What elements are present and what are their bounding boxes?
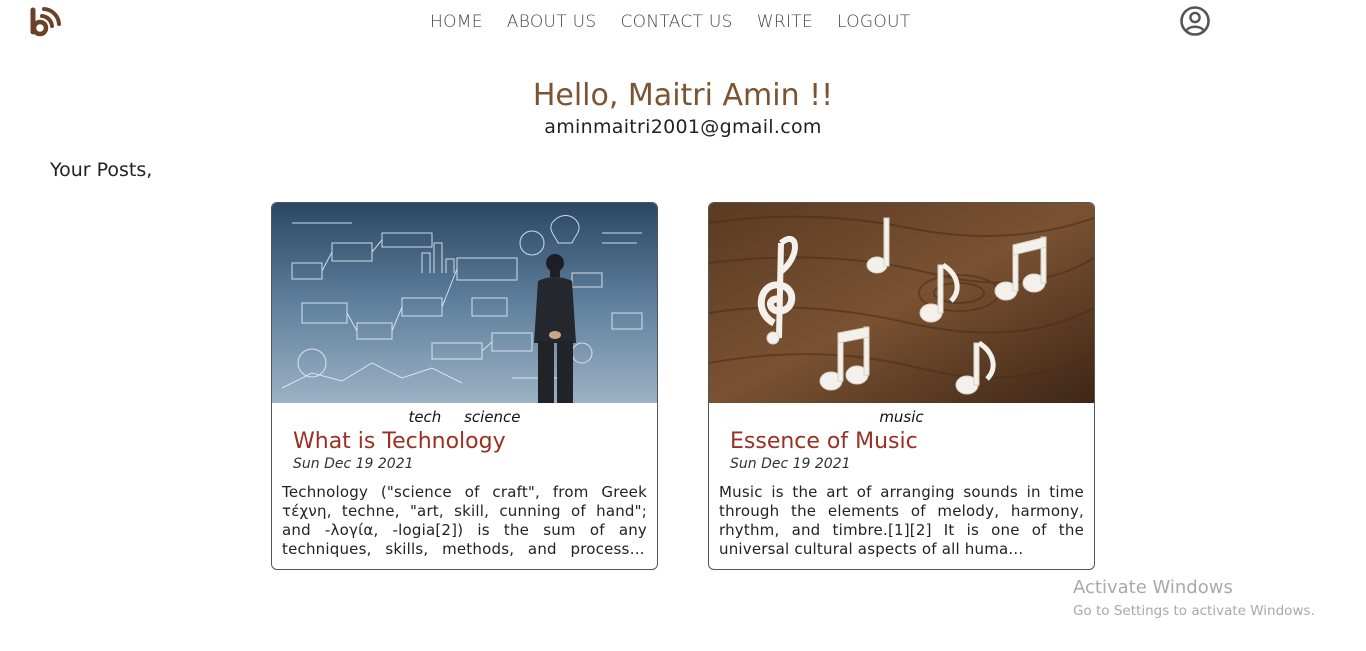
your-posts-heading: Your Posts, [50, 159, 153, 181]
nav-contact-us-link[interactable]: CONTACT US [621, 11, 733, 33]
activate-windows-title: Activate Windows [1073, 577, 1233, 598]
profile-greeting: Hello, Maitri Amin !! [532, 78, 834, 113]
post-date: Sun Dec 19 2021 [293, 456, 414, 472]
user-circle-icon[interactable] [1179, 5, 1211, 37]
technology-blueprint-man-photo[interactable] [272, 203, 657, 403]
post-title[interactable]: What is Technology [293, 427, 506, 457]
nav-about-us-link[interactable]: ABOUT US [507, 11, 597, 33]
post-excerpt: Technology ("science of craft", from Gre… [282, 483, 647, 558]
top-navigation-bar: HOME ABOUT US CONTACT US WRITE LOGOUT [0, 0, 1366, 44]
nav-write-link[interactable]: WRITE [757, 11, 813, 33]
post-categories: tech science [272, 407, 657, 427]
activate-windows-subtitle: Go to Settings to activate Windows. [1073, 603, 1315, 619]
nav-home-link[interactable]: HOME [430, 11, 483, 33]
main-nav: HOME ABOUT US CONTACT US WRITE LOGOUT [430, 11, 910, 33]
blog-feed-icon[interactable] [28, 6, 62, 38]
category-tag[interactable]: music [879, 408, 923, 426]
post-excerpt: Music is the art of arranging sounds in … [719, 483, 1084, 558]
post-card-technology[interactable]: tech science What is Technology Sun Dec … [271, 202, 658, 570]
profile-email: aminmaitri2001@gmail.com [544, 116, 822, 138]
category-tag[interactable]: science [464, 408, 520, 426]
category-tag[interactable]: tech [408, 408, 441, 426]
post-categories: music [709, 407, 1094, 427]
post-date: Sun Dec 19 2021 [730, 456, 851, 472]
music-notes-on-wood-photo[interactable] [709, 203, 1094, 403]
nav-logout-link[interactable]: LOGOUT [837, 11, 910, 33]
post-card-music[interactable]: music Essence of Music Sun Dec 19 2021 M… [708, 202, 1095, 570]
post-title[interactable]: Essence of Music [730, 427, 918, 457]
